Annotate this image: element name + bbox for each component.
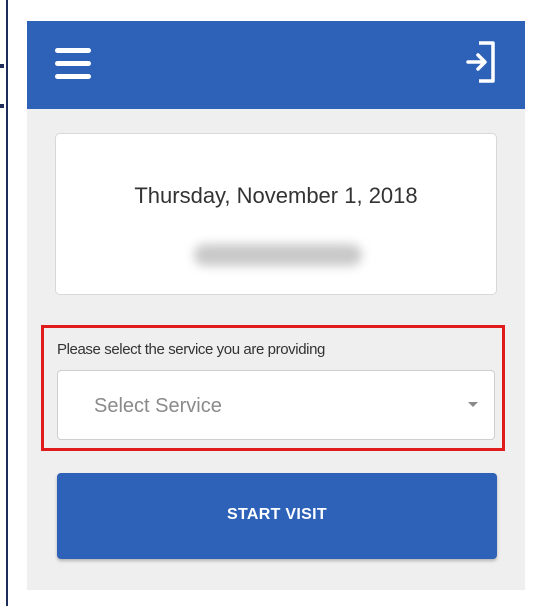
- service-select-label: Please select the service you are provid…: [57, 341, 325, 358]
- caret-down-icon: [468, 402, 478, 407]
- screenshot-frame: Thursday, November 1, 2018 Please select…: [0, 0, 534, 606]
- frame-marker: [0, 64, 4, 68]
- hamburger-menu-icon[interactable]: [55, 48, 91, 80]
- menu-line: [55, 48, 91, 53]
- visit-date: Thursday, November 1, 2018: [134, 183, 418, 208]
- frame-left-border: [6, 0, 8, 606]
- menu-line: [55, 74, 91, 79]
- start-visit-label: START VISIT: [227, 506, 327, 523]
- start-visit-button[interactable]: START VISIT: [57, 473, 497, 559]
- mobile-app-screen: Thursday, November 1, 2018 Please select…: [27, 21, 525, 590]
- service-select-placeholder: Select Service: [94, 395, 222, 417]
- service-select-dropdown[interactable]: Select Service: [57, 370, 495, 440]
- app-header: [27, 21, 525, 109]
- visit-info-card: Thursday, November 1, 2018: [55, 133, 497, 295]
- redacted-client-name: [194, 244, 362, 266]
- frame-marker: [0, 104, 4, 108]
- sign-out-arrow-icon[interactable]: [465, 37, 499, 87]
- menu-line: [55, 61, 91, 66]
